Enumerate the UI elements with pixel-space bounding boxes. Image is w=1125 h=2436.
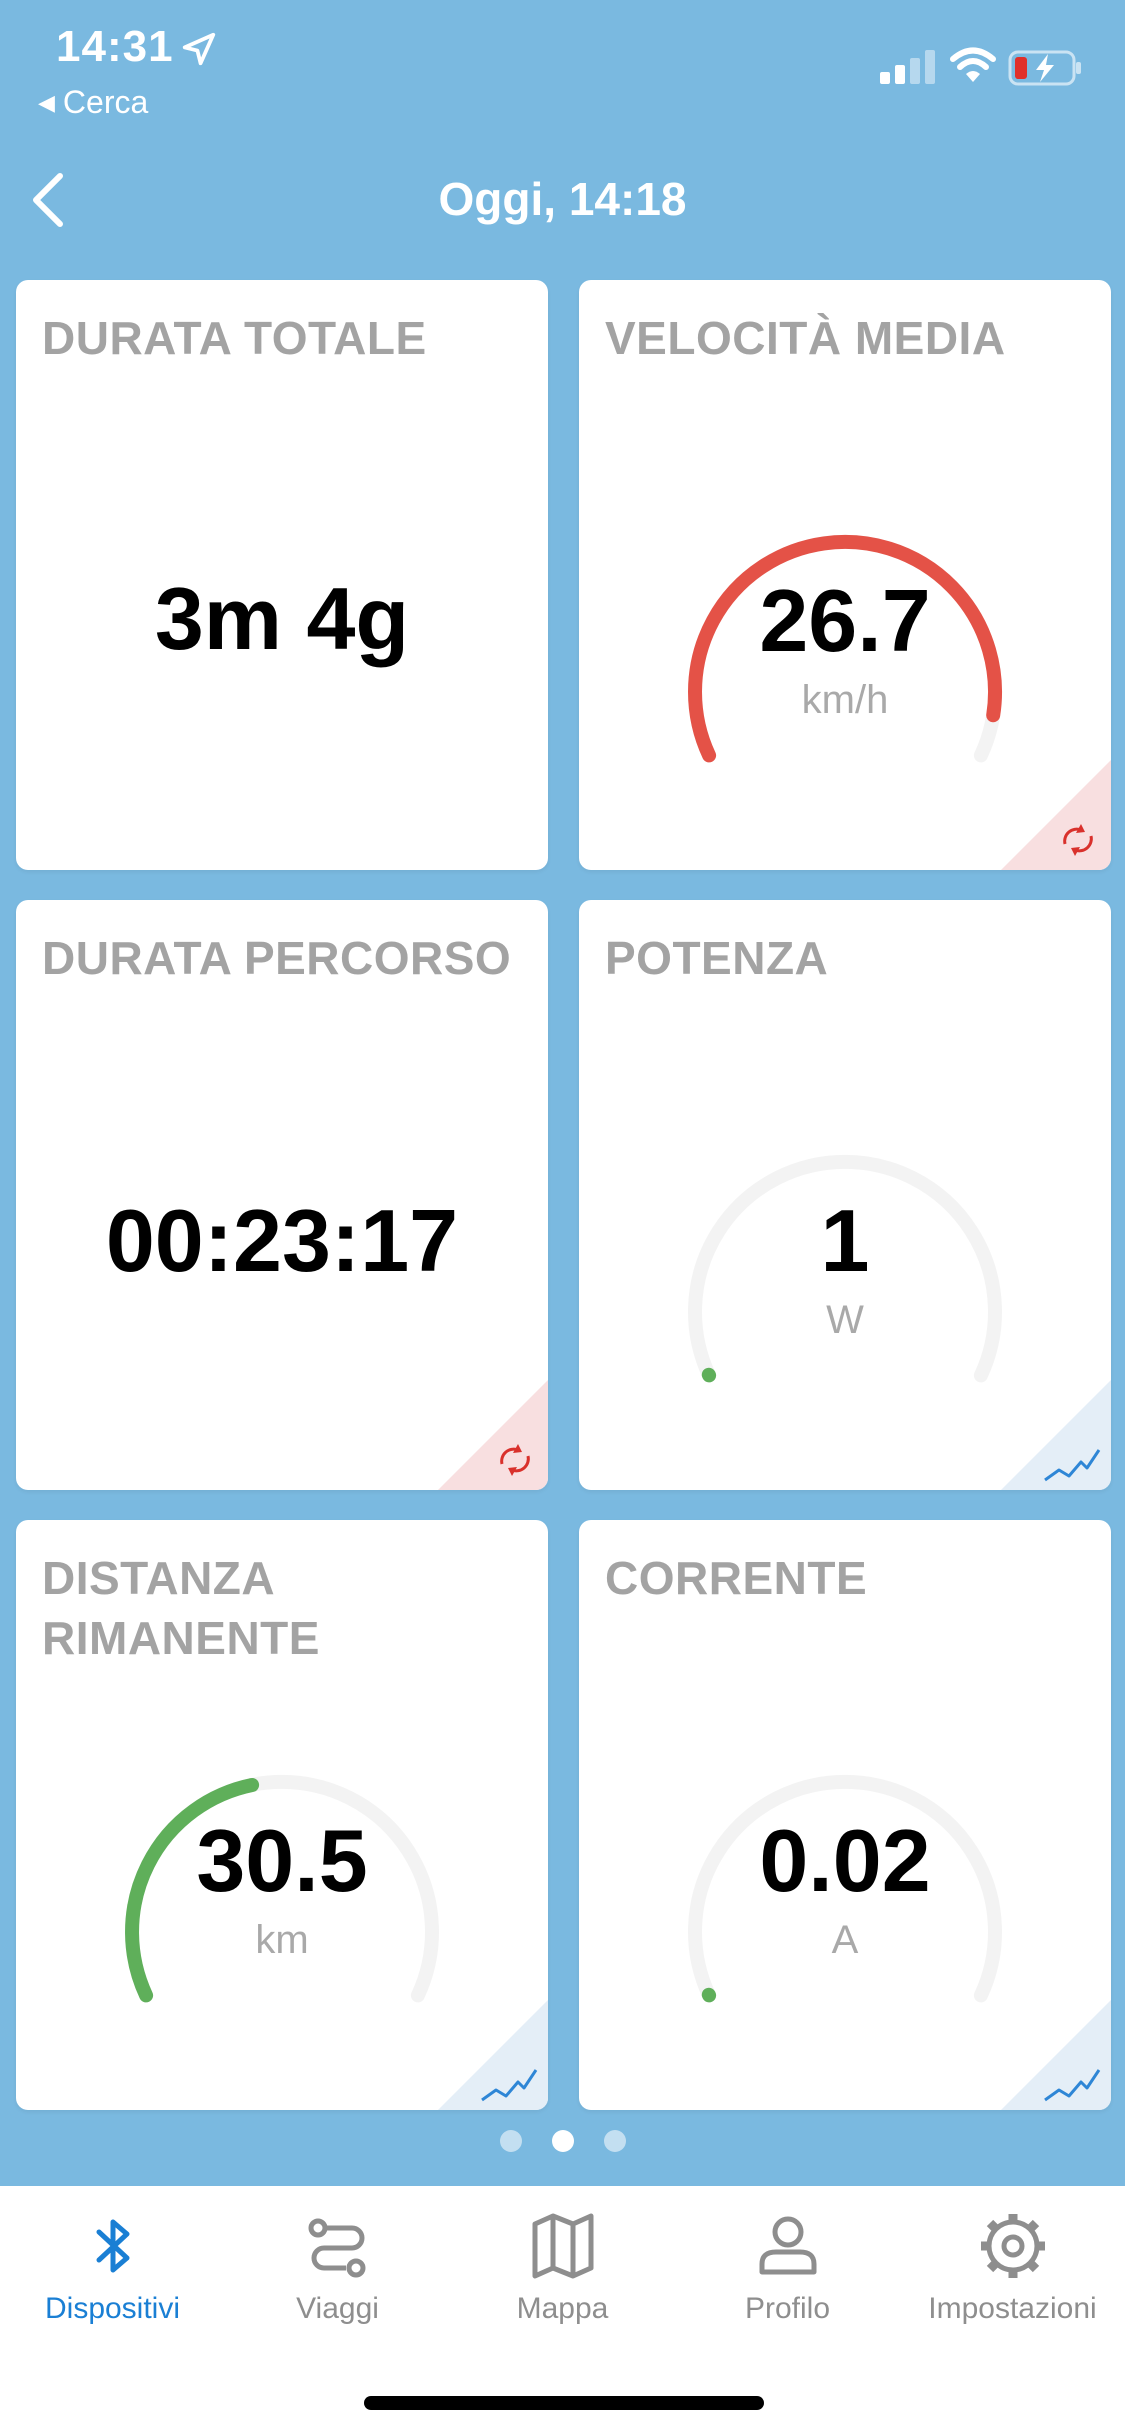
back-to-app-link[interactable]: ◀ Cerca bbox=[38, 84, 148, 121]
navigation-bar: Oggi, 14:18 bbox=[0, 150, 1125, 250]
map-icon bbox=[532, 2213, 593, 2279]
card-potenza[interactable]: POTENZA 1 W bbox=[579, 900, 1111, 1490]
card-durata-percorso[interactable]: DURATA PERCORSO 00:23:17 bbox=[16, 900, 548, 1490]
back-triangle-icon: ◀ bbox=[38, 90, 55, 115]
tab-label: Impostazioni bbox=[928, 2292, 1097, 2325]
location-arrow-icon bbox=[182, 32, 216, 66]
bluetooth-icon bbox=[96, 2219, 129, 2273]
tab-mappa[interactable]: Mappa bbox=[450, 2206, 675, 2326]
page-title: Oggi, 14:18 bbox=[438, 173, 687, 225]
card-unit: A bbox=[831, 1918, 859, 1962]
card-value: 26.7 bbox=[759, 571, 931, 670]
tab-label: Mappa bbox=[516, 2292, 609, 2325]
card-value: 0.02 bbox=[759, 1811, 931, 1910]
page-dot-active[interactable] bbox=[551, 2130, 574, 2152]
person-icon bbox=[759, 2216, 816, 2275]
gear-icon bbox=[980, 2214, 1045, 2278]
card-title: DURATA TOTALE bbox=[42, 312, 427, 364]
card-value: 00:23:17 bbox=[105, 1191, 459, 1290]
tab-dispositivi[interactable]: Dispositivi bbox=[0, 2206, 225, 2326]
tab-viaggi[interactable]: Viaggi bbox=[225, 2206, 450, 2326]
tab-impostazioni[interactable]: Impostazioni bbox=[900, 2206, 1125, 2326]
home-indicator bbox=[364, 2396, 764, 2410]
card-unit: W bbox=[826, 1298, 864, 1342]
card-value: 1 bbox=[820, 1191, 870, 1290]
page-dot[interactable] bbox=[499, 2130, 522, 2152]
tab-label: Dispositivi bbox=[44, 2292, 181, 2325]
refresh-icon[interactable] bbox=[438, 1380, 548, 1490]
refresh-icon[interactable] bbox=[1001, 760, 1111, 870]
card-value: 3m 4g bbox=[154, 569, 410, 668]
page-indicator[interactable] bbox=[0, 2130, 1125, 2170]
route-icon bbox=[308, 2218, 365, 2278]
tab-profilo[interactable]: Profilo bbox=[675, 2206, 900, 2326]
card-unit: km/h bbox=[801, 678, 889, 722]
card-distanza-rimanente[interactable]: DISTANZA RIMANENTE 30.5 km bbox=[16, 1520, 548, 2110]
tab-label: Viaggi bbox=[296, 2292, 379, 2325]
battery-charging-icon bbox=[1008, 50, 1081, 86]
card-unit: km bbox=[255, 1918, 309, 1962]
card-durata-totale[interactable]: DURATA TOTALE 3m 4g bbox=[16, 280, 548, 870]
page-dot[interactable] bbox=[603, 2130, 626, 2152]
back-app-label: Cerca bbox=[62, 84, 149, 120]
status-bar: 14:31 ◀ Cerca bbox=[0, 0, 1125, 130]
tab-label: Profilo bbox=[744, 2292, 831, 2325]
card-value: 30.5 bbox=[196, 1811, 368, 1910]
card-title: DURATA PERCORSO bbox=[42, 932, 512, 984]
chart-line-icon[interactable] bbox=[1001, 1380, 1111, 1490]
card-corrente[interactable]: CORRENTE 0.02 A bbox=[579, 1520, 1111, 2110]
wifi-icon bbox=[950, 47, 996, 82]
chart-line-icon[interactable] bbox=[1001, 2000, 1111, 2110]
status-time: 14:31 bbox=[56, 22, 174, 71]
chart-line-icon[interactable] bbox=[438, 2000, 548, 2110]
card-velocita-media[interactable]: VELOCITÀ MEDIA 26.7 km/h bbox=[579, 280, 1111, 870]
cellular-signal-icon bbox=[880, 50, 935, 84]
